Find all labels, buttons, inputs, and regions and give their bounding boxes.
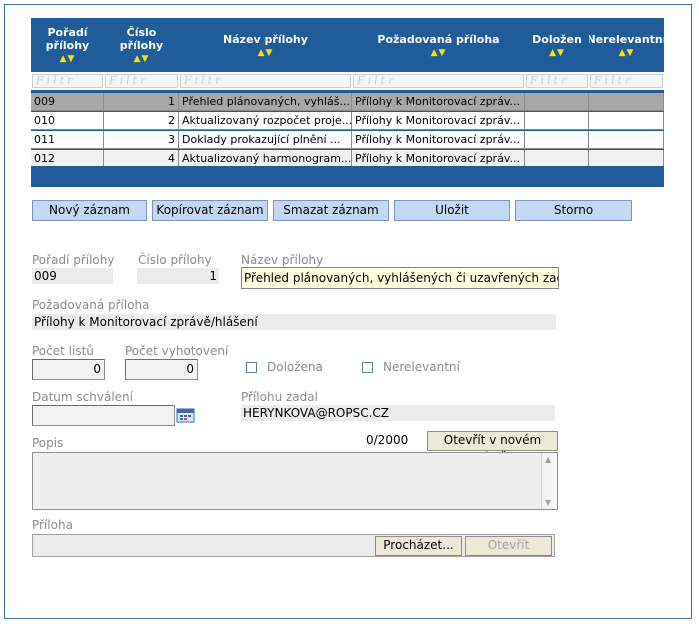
pocet-vyhotoveni-label: Počet vyhotovení xyxy=(125,344,229,358)
header-label: Číslo xyxy=(126,26,157,39)
open-file-button: Otevřít xyxy=(465,536,552,556)
nerelevantni-checkbox[interactable] xyxy=(362,362,373,373)
filter-row: Filtr Filtr Filtr Filtr Filtr Filtr xyxy=(31,72,664,90)
table-row[interactable]: 010 2 Aktualizovaný rozpočet proje... Př… xyxy=(31,112,664,131)
filter-input-cislo[interactable]: Filtr xyxy=(105,74,178,88)
nazev-label: Název přílohy xyxy=(241,253,324,267)
table-row[interactable]: 011 3 Doklady prokazující plnění ... Pří… xyxy=(31,131,664,150)
popis-label: Popis xyxy=(32,436,64,450)
cell-poradi: 011 xyxy=(31,131,104,149)
header-label: Nerelevantní xyxy=(589,32,664,46)
column-header-cislo[interactable]: Číslo přílohy ▲▼ xyxy=(104,18,179,72)
filter-input-dolozen[interactable]: Filtr xyxy=(526,74,588,88)
sort-arrows-icon[interactable]: ▲▼ xyxy=(60,54,76,64)
textarea-scrollbar[interactable]: ▲ ▼ xyxy=(541,453,557,509)
dolozena-label: Doložena xyxy=(267,360,323,374)
pocet-vyhotoveni-input[interactable]: 0 xyxy=(125,359,198,380)
cell-pozadovana: Přílohy k Monitorovací zpráv... xyxy=(352,112,525,130)
scroll-up-icon[interactable]: ▲ xyxy=(545,455,551,464)
pocet-listu-input[interactable]: 0 xyxy=(32,359,105,380)
cislo-field: 1 xyxy=(137,268,219,284)
cell-pozadovana: Přílohy k Monitorovací zpráv... xyxy=(352,93,525,111)
filter-input-poradi[interactable]: Filtr xyxy=(32,74,103,88)
calendar-icon[interactable] xyxy=(176,406,196,424)
priloha-label: Příloha xyxy=(32,518,73,532)
dolozena-checkbox[interactable] xyxy=(246,362,257,373)
scroll-down-icon[interactable]: ▼ xyxy=(545,498,551,507)
cell-nerelevantni xyxy=(589,131,664,149)
pozadovana-field: Přílohy k Monitorovací zprávě/hlášení xyxy=(32,314,556,330)
filter-input-pozadovana[interactable]: Filtr xyxy=(353,74,524,88)
cell-cislo: 2 xyxy=(104,112,179,130)
pocet-listu-label: Počet listů xyxy=(32,344,94,358)
sort-arrows-icon[interactable]: ▲▼ xyxy=(258,48,274,58)
save-button[interactable]: Uložit xyxy=(394,200,510,221)
header-label: přílohy xyxy=(119,39,164,52)
open-new-window-button[interactable]: Otevřít v novém okně xyxy=(427,431,558,464)
sort-arrows-icon[interactable]: ▲▼ xyxy=(431,48,447,58)
cell-dolozen xyxy=(525,131,589,149)
cell-poradi: 009 xyxy=(31,93,104,111)
header-label: Název přílohy xyxy=(223,32,308,46)
filter-input-nerelevantni[interactable]: Filtr xyxy=(590,74,663,88)
browse-button[interactable]: Procházet... xyxy=(375,536,462,556)
datum-input[interactable] xyxy=(32,405,175,426)
cell-cislo: 1 xyxy=(104,93,179,111)
zadal-label: Přílohu zadal xyxy=(241,390,318,404)
header-label: Doložen xyxy=(532,32,582,46)
cell-nazev: Přehled plánovaných, vyhláš... xyxy=(179,93,352,111)
column-header-nazev[interactable]: Název přílohy ▲▼ xyxy=(179,18,352,72)
poradi-field: 009 xyxy=(32,268,113,284)
copy-record-button[interactable]: Kopírovat záznam xyxy=(152,200,268,221)
cell-pozadovana: Přílohy k Monitorovací zpráv... xyxy=(352,131,525,149)
cell-cislo: 3 xyxy=(104,131,179,149)
new-record-button[interactable]: Nový záznam xyxy=(32,200,147,221)
column-header-poradi[interactable]: Pořadí přílohy ▲▼ xyxy=(31,18,104,72)
poradi-label: Pořadí přílohy xyxy=(32,253,115,267)
header-label: Požadovaná příloha xyxy=(377,32,500,46)
table-row[interactable]: 009 1 Přehled plánovaných, vyhláš... Pří… xyxy=(31,93,664,112)
column-header-pozadovana[interactable]: Požadovaná příloha ▲▼ xyxy=(352,18,525,72)
cell-poradi: 010 xyxy=(31,112,104,130)
sort-arrows-icon[interactable]: ▲▼ xyxy=(134,54,150,64)
zadal-field: HERYNKOVA@ROPSC.CZ xyxy=(241,405,555,421)
header-label: Pořadí xyxy=(47,26,88,39)
sort-arrows-icon[interactable]: ▲▼ xyxy=(549,48,565,58)
filter-input-nazev[interactable]: Filtr xyxy=(180,74,351,88)
cislo-label: Číslo přílohy xyxy=(138,253,212,267)
nazev-input[interactable]: Přehled plánovaných, vyhlášených či uzav… xyxy=(241,267,559,289)
popis-textarea[interactable]: ▲ ▼ xyxy=(32,452,558,510)
cell-nazev: Doklady prokazující plnění ... xyxy=(179,131,352,149)
column-header-dolozen[interactable]: Doložen ▲▼ xyxy=(525,18,589,72)
cell-dolozen xyxy=(525,93,589,111)
popis-counter: 0/2000 xyxy=(366,433,409,447)
attachments-grid: Pořadí přílohy ▲▼ Číslo přílohy ▲▼ Název… xyxy=(31,18,664,187)
header-label: přílohy xyxy=(45,39,90,52)
pozadovana-label: Požadovaná příloha xyxy=(32,298,150,312)
cell-nazev: Aktualizovaný rozpočet proje... xyxy=(179,112,352,130)
column-header-nerelevantni[interactable]: Nerelevantní ▲▼ xyxy=(589,18,664,72)
cancel-button[interactable]: Storno xyxy=(515,200,632,221)
grid-footer xyxy=(31,166,664,187)
nerelevantni-label: Nerelevantní xyxy=(383,360,460,374)
datum-label: Datum schválení xyxy=(32,390,133,404)
sort-arrows-icon[interactable]: ▲▼ xyxy=(619,48,635,58)
cell-nerelevantni xyxy=(589,93,664,111)
cell-nerelevantni xyxy=(589,112,664,130)
delete-record-button[interactable]: Smazat záznam xyxy=(273,200,389,221)
cell-dolozen xyxy=(525,112,589,130)
